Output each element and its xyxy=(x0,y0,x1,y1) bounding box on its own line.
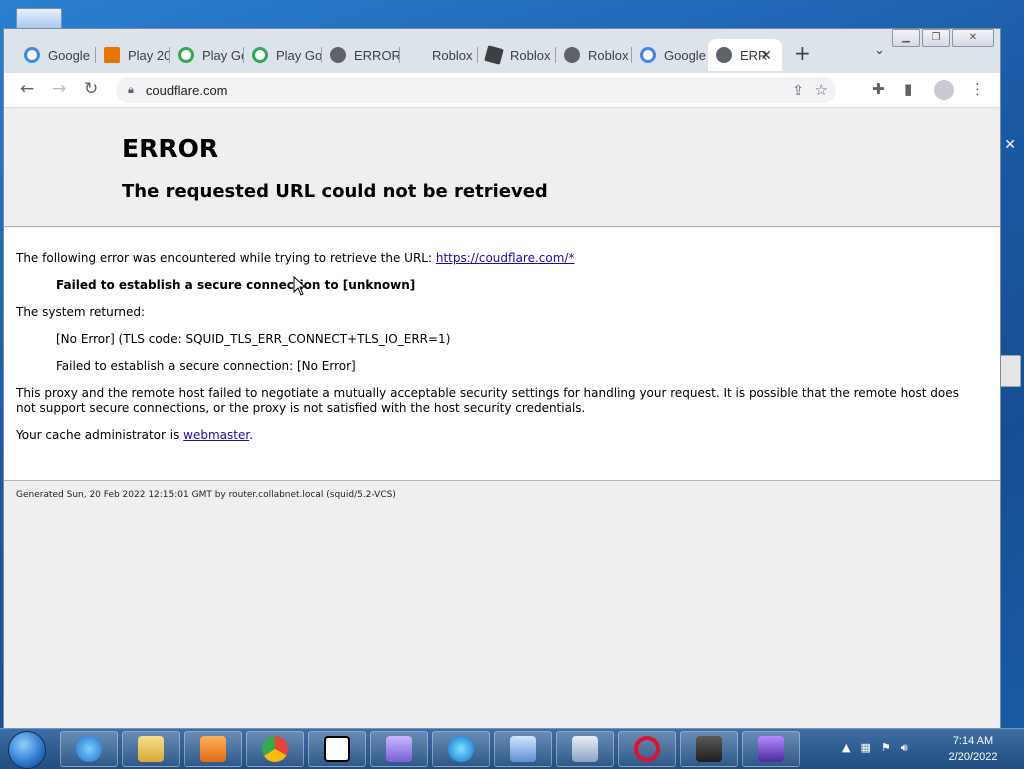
reload-icon[interactable]: ↻ xyxy=(84,79,98,99)
tab-label: Roblox xyxy=(432,47,473,63)
clock[interactable]: 7:14 AM 2/20/2022 xyxy=(936,733,1010,765)
explanation-line-1: This proxy and the remote host failed to… xyxy=(16,386,959,400)
remote-desktop-icon[interactable] xyxy=(556,731,614,767)
roblox-icon xyxy=(408,47,424,63)
app-icon[interactable] xyxy=(370,731,428,767)
lock-icon[interactable]: 🔒︎ xyxy=(128,84,134,97)
file-explorer-icon[interactable] xyxy=(122,731,180,767)
cache-admin-line: Your cache administrator is webmaster. xyxy=(16,428,253,442)
taskbar: ▲ ▦ ⚑ 🔊︎ 7:14 AM 2/20/2022 xyxy=(0,728,1024,769)
tab-google[interactable]: Google xyxy=(16,39,96,71)
url-link[interactable]: https://coudflare.com/* xyxy=(436,251,575,265)
page-subtitle: The requested URL could not be retrieved xyxy=(122,181,548,202)
tab-play-go-1[interactable]: Play Go xyxy=(170,39,244,71)
bookmark-star-icon[interactable]: ☆ xyxy=(815,81,828,99)
action-center-icon[interactable]: ⚑ xyxy=(881,741,891,755)
period-text: . xyxy=(249,428,254,442)
address-text[interactable]: coudflare.com xyxy=(146,83,228,98)
address-bar[interactable]: 🔒︎ coudflare.com ⇪ ☆ xyxy=(116,77,836,103)
webmaster-link[interactable]: webmaster xyxy=(183,428,249,442)
toolbar: ← → ↻ 🔒︎ coudflare.com ⇪ ☆ ✚ ▮ ⋮ xyxy=(4,73,1000,108)
error-header: ERROR The requested URL could not be ret… xyxy=(4,108,1000,227)
intro-line: The following error was encountered whil… xyxy=(16,251,574,265)
system-tray: ▲ ▦ ⚑ 🔊︎ xyxy=(842,741,908,755)
side-panel-icon[interactable]: ▮ xyxy=(904,80,912,98)
clock-date: 2/20/2022 xyxy=(948,751,998,763)
new-tab-button[interactable]: + xyxy=(794,41,811,65)
intro-text: The following error was encountered whil… xyxy=(16,251,436,265)
start-button[interactable] xyxy=(8,731,46,769)
close-icon[interactable]: ✕ xyxy=(1004,137,1016,153)
tab-roblox-2[interactable]: Roblox xyxy=(478,39,556,71)
menu-icon[interactable]: ⋮ xyxy=(970,80,985,98)
error-body: The following error was encountered whil… xyxy=(4,228,1000,481)
tab-roblox-3[interactable]: Roblox xyxy=(556,39,632,71)
volume-icon[interactable]: 🔊︎ xyxy=(901,741,908,755)
google-icon xyxy=(178,47,194,63)
globe-icon xyxy=(330,47,346,63)
tab-search-icon[interactable]: ⌄ xyxy=(874,43,885,58)
tls-code-text: [No Error] (TLS code: SQUID_TLS_ERR_CONN… xyxy=(56,332,451,346)
browser-window: Google Play 20 Play Go Play Go ERROR Rob… xyxy=(3,28,1001,728)
clock-time: 7:14 AM xyxy=(952,735,994,747)
media-player-icon[interactable] xyxy=(184,731,242,767)
roblox-icon xyxy=(484,45,504,65)
control-panel-icon[interactable] xyxy=(494,731,552,767)
tab-label: Play Go xyxy=(276,47,322,63)
footer-text: Generated Sun, 20 Feb 2022 12:15:01 GMT … xyxy=(16,490,396,500)
back-icon[interactable]: ← xyxy=(20,79,34,99)
tab-google-2[interactable]: Google xyxy=(632,39,706,71)
tab-play-go-2[interactable]: Play Go xyxy=(244,39,322,71)
tab-label: Google xyxy=(664,47,706,63)
chrome-icon[interactable] xyxy=(246,731,304,767)
share-icon[interactable]: ⇪ xyxy=(792,82,804,99)
tab-error-active[interactable]: ERR ✕ xyxy=(708,39,782,71)
profile-avatar[interactable] xyxy=(934,80,954,100)
tab-roblox-1[interactable]: Roblox xyxy=(400,39,478,71)
tab-label: Roblox xyxy=(588,47,629,63)
globe-icon xyxy=(716,47,732,63)
window-controls: ▁ ❐ ✕ xyxy=(892,29,994,47)
tab-label: Roblox xyxy=(510,47,551,63)
edge-icon[interactable] xyxy=(432,731,490,767)
play-icon xyxy=(104,47,120,63)
tab-label: ERROR xyxy=(354,47,400,63)
cache-admin-text: Your cache administrator is xyxy=(16,428,184,442)
failure-text: Failed to establish a secure connection … xyxy=(56,278,416,292)
forward-icon[interactable]: → xyxy=(52,79,66,99)
tab-label: Google xyxy=(48,47,90,63)
tray-expand-icon[interactable]: ▲ xyxy=(842,741,850,755)
tab-close-icon[interactable]: ✕ xyxy=(760,47,772,64)
network-icon[interactable]: ▦ xyxy=(860,741,870,755)
tab-strip: Google Play 20 Play Go Play Go ERROR Rob… xyxy=(4,29,1000,73)
mouse-cursor-icon xyxy=(293,276,307,296)
internet-explorer-icon[interactable] xyxy=(60,731,118,767)
tab-play-20[interactable]: Play 20 xyxy=(96,39,170,71)
restore-button[interactable]: ❐ xyxy=(922,29,950,47)
minimize-button[interactable]: ▁ xyxy=(892,29,920,47)
failed-secure-text: Failed to establish a secure connection:… xyxy=(56,359,356,373)
scrollbar[interactable] xyxy=(999,355,1021,387)
terminal-icon[interactable] xyxy=(680,731,738,767)
tab-error[interactable]: ERROR xyxy=(322,39,400,71)
tab-label: Play Go xyxy=(202,47,244,63)
extensions-icon[interactable]: ✚ xyxy=(872,80,885,98)
page-content: ERROR The requested URL could not be ret… xyxy=(4,108,1000,728)
explanation-line-2: not support secure connections, or the p… xyxy=(16,401,586,415)
close-window-button[interactable]: ✕ xyxy=(952,29,994,47)
opera-icon[interactable] xyxy=(618,731,676,767)
globe-icon xyxy=(564,47,580,63)
7zip-icon[interactable] xyxy=(308,731,366,767)
google-icon xyxy=(24,47,40,63)
google-icon xyxy=(640,47,656,63)
tab-label: Play 20 xyxy=(128,47,170,63)
game-icon[interactable] xyxy=(742,731,800,767)
system-returned-text: The system returned: xyxy=(16,305,146,319)
google-icon xyxy=(252,47,268,63)
page-title: ERROR xyxy=(122,134,219,163)
